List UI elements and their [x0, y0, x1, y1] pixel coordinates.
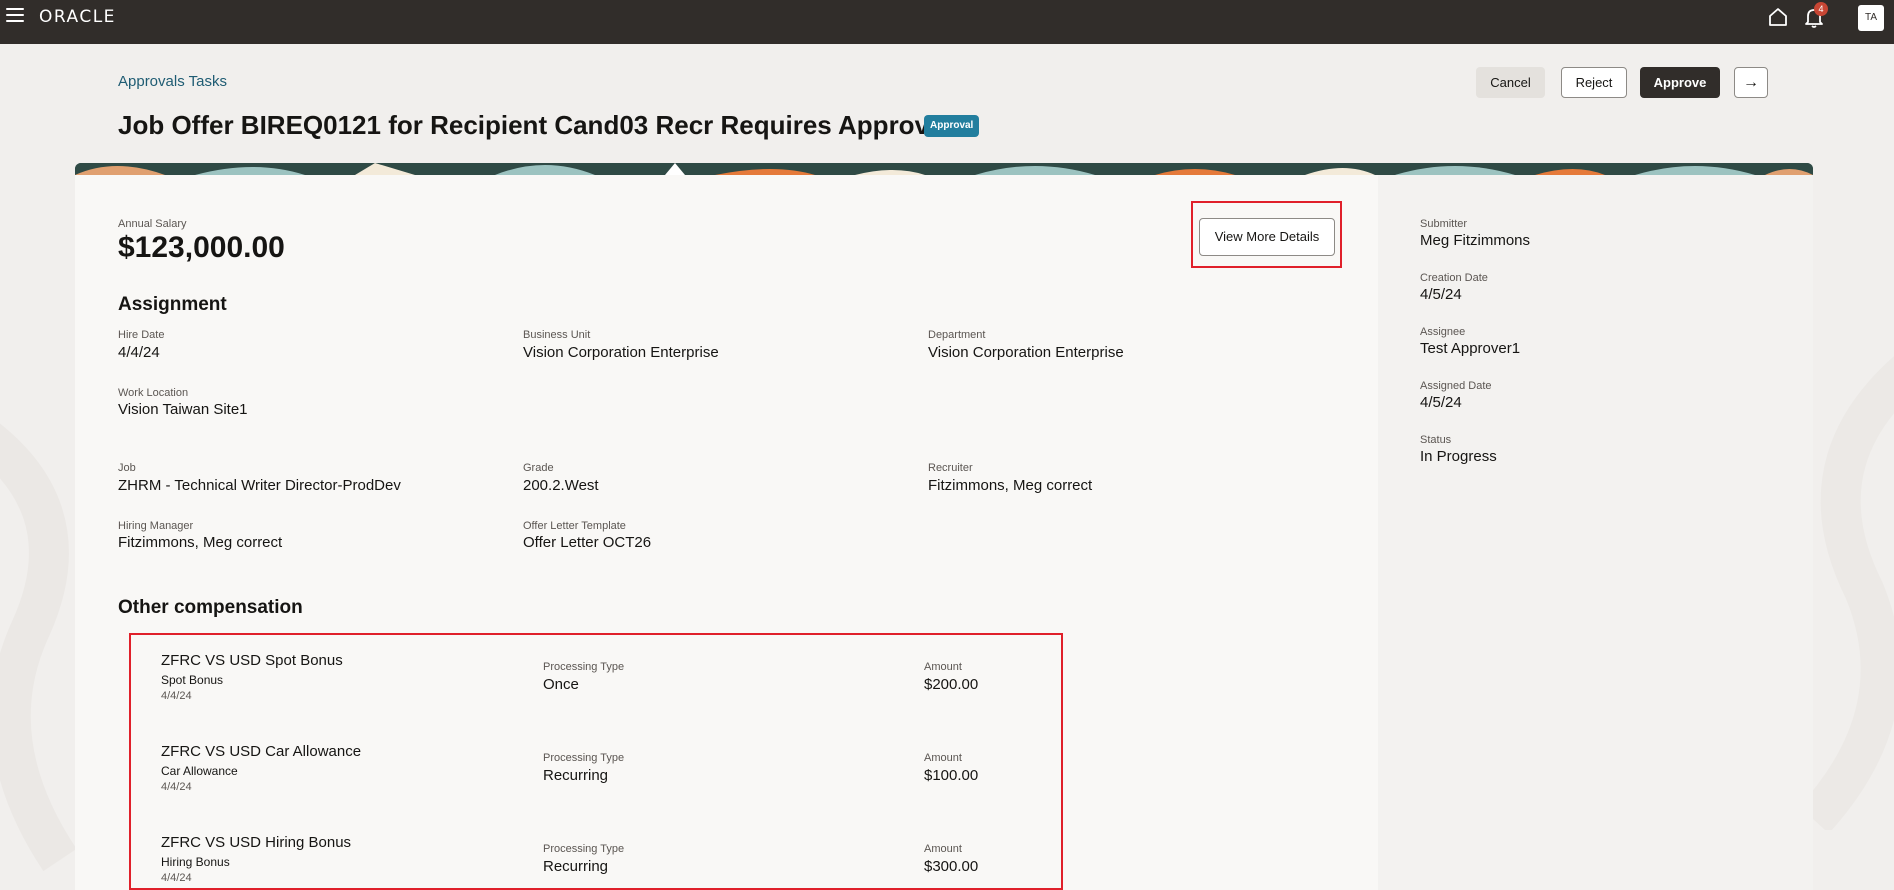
creation-date-label: Creation Date [1420, 272, 1488, 284]
amount-value: $300.00 [924, 858, 979, 875]
hiring-manager-label: Hiring Manager [118, 520, 194, 532]
processing-type-label: Processing Type [543, 843, 625, 855]
compensation-subtitle: Car Allowance [161, 764, 238, 778]
next-arrow-button[interactable]: → [1734, 67, 1768, 98]
processing-type-label: Processing Type [543, 661, 625, 673]
approve-button[interactable]: Approve [1640, 67, 1720, 98]
grade-value: 200.2.West [523, 477, 599, 494]
business-unit-label: Business Unit [523, 329, 591, 341]
submitter-value: Meg Fitzimmons [1420, 232, 1531, 249]
annual-salary-label: Annual Salary [118, 218, 187, 230]
breadcrumb-approvals-tasks[interactable]: Approvals Tasks [118, 73, 227, 90]
annual-salary-value: $123,000.00 [118, 231, 285, 264]
department-value: Vision Corporation Enterprise [928, 344, 1124, 361]
compensation-title: ZFRC VS USD Car Allowance [161, 743, 362, 760]
compensation-date: 4/4/24 [161, 781, 192, 793]
amount-value: $200.00 [924, 676, 979, 693]
home-icon[interactable] [1766, 5, 1790, 29]
offer-details-card [75, 175, 1378, 890]
menu-icon[interactable] [6, 8, 24, 24]
amount-label: Amount [924, 843, 962, 855]
assignee-value: Test Approver1 [1420, 340, 1521, 357]
cancel-button[interactable]: Cancel [1476, 67, 1545, 98]
creation-date-value: 4/5/24 [1420, 286, 1462, 303]
work-location-value: Vision Taiwan Site1 [118, 401, 248, 418]
submitter-label: Submitter [1420, 218, 1468, 230]
page-title: Job Offer BIREQ0121 for Recipient Cand03… [118, 110, 951, 140]
work-location-label: Work Location [118, 387, 189, 399]
status-value: In Progress [1420, 448, 1497, 465]
job-label: Job [118, 462, 136, 474]
business-unit-value: Vision Corporation Enterprise [523, 344, 719, 361]
amount-label: Amount [924, 752, 962, 764]
approval-badge: Approval [924, 115, 980, 137]
hiring-manager-value: Fitzimmons, Meg correct [118, 534, 283, 551]
compensation-date: 4/4/24 [161, 690, 192, 702]
compensation-subtitle: Spot Bonus [161, 673, 224, 687]
amount-label: Amount [924, 661, 962, 673]
recruiter-value: Fitzimmons, Meg correct [928, 477, 1093, 494]
amount-value: $100.00 [924, 767, 979, 784]
status-label: Status [1420, 434, 1452, 446]
reject-button[interactable]: Reject [1561, 67, 1627, 98]
compensation-title: ZFRC VS USD Spot Bonus [161, 652, 343, 669]
compensation-subtitle: Hiring Bonus [161, 855, 230, 869]
grade-label: Grade [523, 462, 554, 474]
offer-letter-template-label: Offer Letter Template [523, 520, 626, 532]
notification-count-badge: 4 [1814, 2, 1828, 16]
processing-type-value: Recurring [543, 767, 609, 784]
user-avatar[interactable]: TA [1858, 5, 1884, 31]
decorative-banner [75, 163, 1813, 175]
job-value: ZHRM - Technical Writer Director-ProdDev [118, 477, 401, 494]
assignee-label: Assignee [1420, 326, 1466, 338]
other-compensation-heading: Other compensation [118, 597, 303, 618]
assigned-date-value: 4/5/24 [1420, 394, 1462, 411]
assigned-date-label: Assigned Date [1420, 380, 1492, 392]
assignment-heading: Assignment [118, 294, 227, 315]
global-header: ORACLE 4 TA [0, 0, 1894, 44]
processing-type-label: Processing Type [543, 752, 625, 764]
view-more-details-button[interactable]: View More Details [1199, 218, 1335, 256]
processing-type-value: Recurring [543, 858, 609, 875]
compensation-title: ZFRC VS USD Hiring Bonus [161, 834, 352, 851]
processing-type-value: Once [543, 676, 579, 693]
offer-letter-template-value: Offer Letter OCT26 [523, 534, 652, 551]
oracle-logo[interactable]: ORACLE [39, 7, 116, 27]
compensation-date: 4/4/24 [161, 872, 192, 884]
department-label: Department [928, 329, 986, 341]
hire-date-label: Hire Date [118, 329, 165, 341]
recruiter-label: Recruiter [928, 462, 973, 474]
hire-date-value: 4/4/24 [118, 344, 160, 361]
